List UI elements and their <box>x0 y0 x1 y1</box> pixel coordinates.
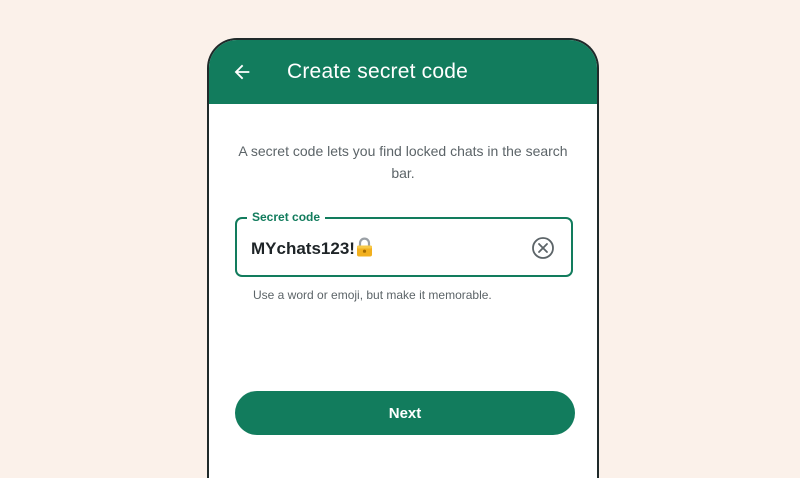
app-header: Create secret code <box>209 40 597 104</box>
secret-code-value[interactable]: MYchats123! <box>251 237 373 263</box>
secret-code-field[interactable]: Secret code MYchats123! <box>235 209 573 277</box>
helper-text: Use a word or emoji, but make it memorab… <box>253 288 492 302</box>
arrow-left-icon <box>234 64 250 80</box>
page-title: Create secret code <box>287 60 469 83</box>
secret-code-label: Secret code <box>247 209 326 225</box>
clear-input-button[interactable] <box>531 236 555 260</box>
phone-frame: Create secret code A secret code lets yo… <box>207 38 599 478</box>
back-button[interactable] <box>227 57 257 87</box>
next-button[interactable]: Next <box>235 391 575 435</box>
lock-emoji-icon <box>356 237 373 263</box>
description-text: A secret code lets you find locked chats… <box>238 143 568 181</box>
secret-code-text: MYchats123! <box>251 239 355 258</box>
clear-circle-x-icon <box>532 237 554 259</box>
